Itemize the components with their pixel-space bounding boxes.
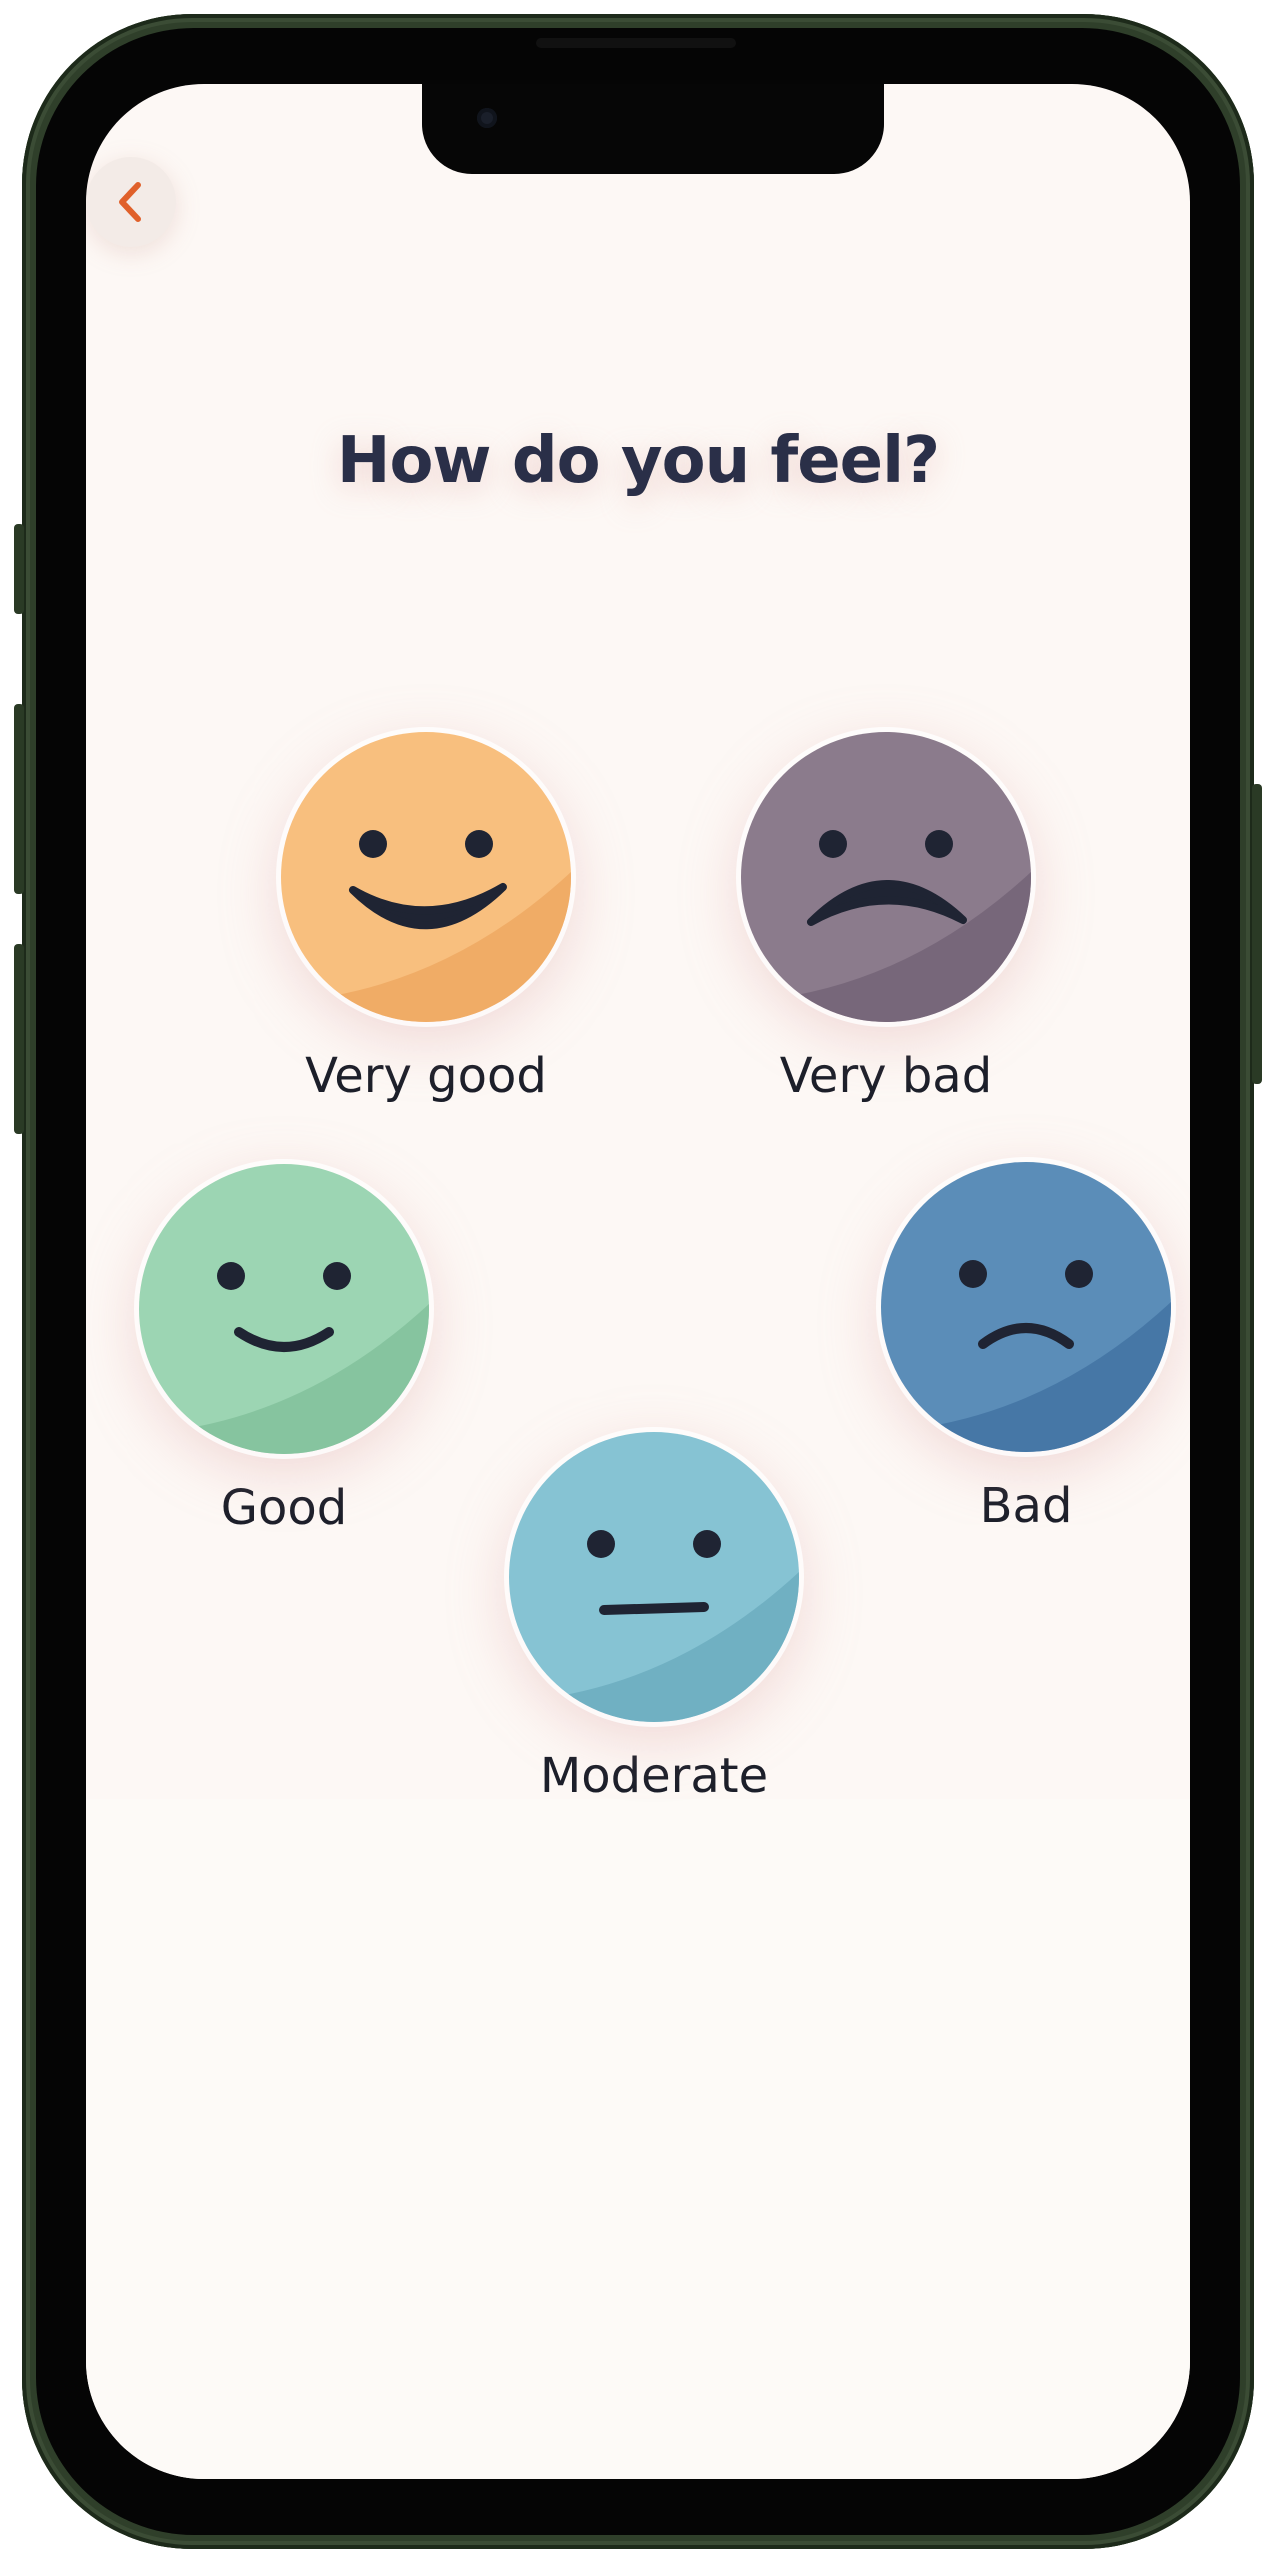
- volume-up-button: [14, 704, 24, 894]
- action-button: [14, 524, 24, 614]
- app-screen: How do you feel? Very good Very bad Good…: [86, 84, 1190, 2479]
- good-face-icon: [139, 1164, 429, 1454]
- mood-label: Very bad: [779, 1048, 993, 1104]
- bad-face-icon: [881, 1162, 1171, 1452]
- phone-bezel: How do you feel? Very good Very bad Good…: [36, 28, 1240, 2535]
- moderate-face-icon: [509, 1432, 799, 1722]
- dynamic-island: [422, 84, 884, 174]
- mood-label: Moderate: [539, 1748, 769, 1804]
- mood-label: Bad: [979, 1478, 1073, 1534]
- camera-icon: [477, 108, 497, 128]
- phone-frame: How do you feel? Very good Very bad Good…: [14, 14, 1262, 2549]
- very-bad-face-icon: [741, 732, 1031, 1022]
- mood-option-moderate[interactable]: Moderate: [504, 1432, 804, 1804]
- very-good-face-icon: [281, 732, 571, 1022]
- back-button[interactable]: [86, 157, 176, 247]
- page-title: How do you feel?: [336, 424, 940, 498]
- mood-label: Very good: [305, 1048, 547, 1104]
- earpiece-speaker: [536, 38, 736, 48]
- power-button: [1252, 784, 1262, 1084]
- mood-option-very-good[interactable]: Very good: [276, 732, 576, 1104]
- mood-label: Good: [220, 1480, 348, 1536]
- volume-down-button: [14, 944, 24, 1134]
- mood-option-very-bad[interactable]: Very bad: [736, 732, 1036, 1104]
- mood-option-bad[interactable]: Bad: [876, 1162, 1176, 1534]
- mood-option-good[interactable]: Good: [134, 1164, 434, 1536]
- empty-area: [86, 1799, 1190, 2479]
- chevron-left-icon: [119, 182, 141, 222]
